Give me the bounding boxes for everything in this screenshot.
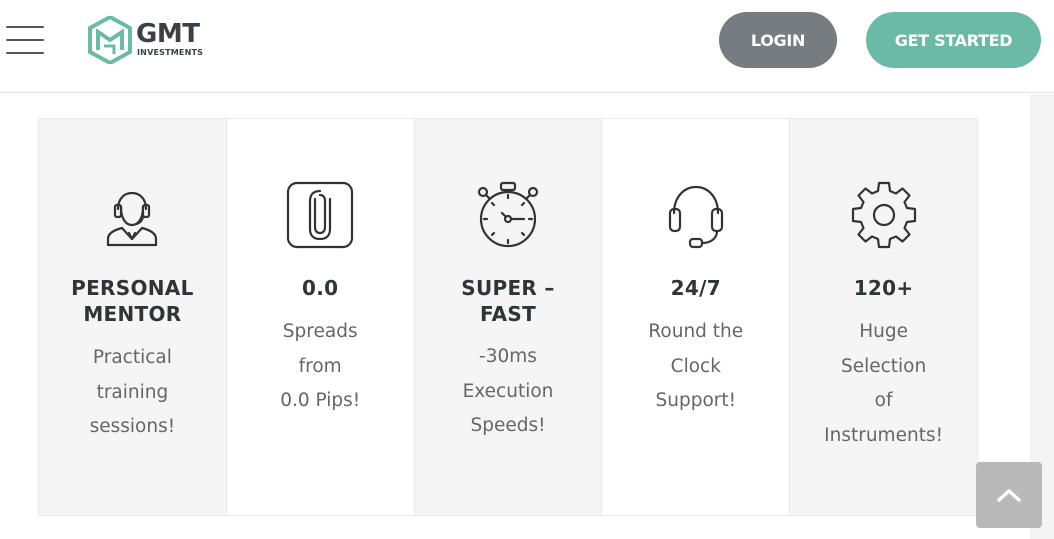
gear-icon: [851, 181, 916, 249]
login-button[interactable]: LOGIN: [719, 12, 837, 68]
stopwatch-icon: [477, 181, 539, 248]
gmt-logo-icon: [88, 16, 132, 64]
feature-title: PERSONAL MENTOR: [71, 276, 194, 326]
feature-title: 120+: [853, 276, 914, 300]
logo-name: GMT: [136, 19, 200, 49]
feature-description: -30ms Execution Speeds!: [462, 346, 554, 436]
feature-title: SUPER – FAST: [461, 276, 555, 326]
feature-card-personal-mentor: PERSONAL MENTOR Practical training sessi…: [39, 119, 227, 515]
feature-description: Huge Selection of Instruments!: [824, 321, 943, 446]
feature-card-super-fast: SUPER – FAST -30ms Execution Speeds!: [414, 119, 603, 515]
chevron-up-icon: [997, 489, 1021, 502]
scroll-to-top-button[interactable]: [976, 462, 1042, 528]
get-started-button[interactable]: GET STARTED: [866, 12, 1041, 68]
feature-description: Practical training sessions!: [89, 347, 176, 437]
feature-description: Round the Clock Support!: [648, 321, 744, 411]
feature-title: 0.0: [302, 276, 339, 300]
site-header: GMT INVESTMENTS LOGIN GET STARTED: [0, 0, 1054, 93]
headset-icon: [668, 185, 723, 249]
feature-description: Spreads from 0.0 Pips!: [280, 321, 361, 411]
feature-title: 24/7: [670, 276, 721, 300]
paperclip-icon: [287, 181, 354, 249]
logo-subtitle: INVESTMENTS: [137, 48, 204, 57]
feature-card-support: 24/7 Round the Clock Support!: [602, 119, 791, 515]
feature-card-instruments: 120+ Huge Selection of Instruments!: [790, 119, 978, 515]
headset-person-icon: [107, 191, 158, 247]
hamburger-menu-icon[interactable]: [6, 26, 44, 54]
feature-card-spreads: 0.0 Spreads from 0.0 Pips!: [227, 119, 415, 515]
features-grid: PERSONAL MENTOR Practical training sessi…: [38, 118, 978, 516]
logo[interactable]: GMT INVESTMENTS: [88, 16, 218, 66]
